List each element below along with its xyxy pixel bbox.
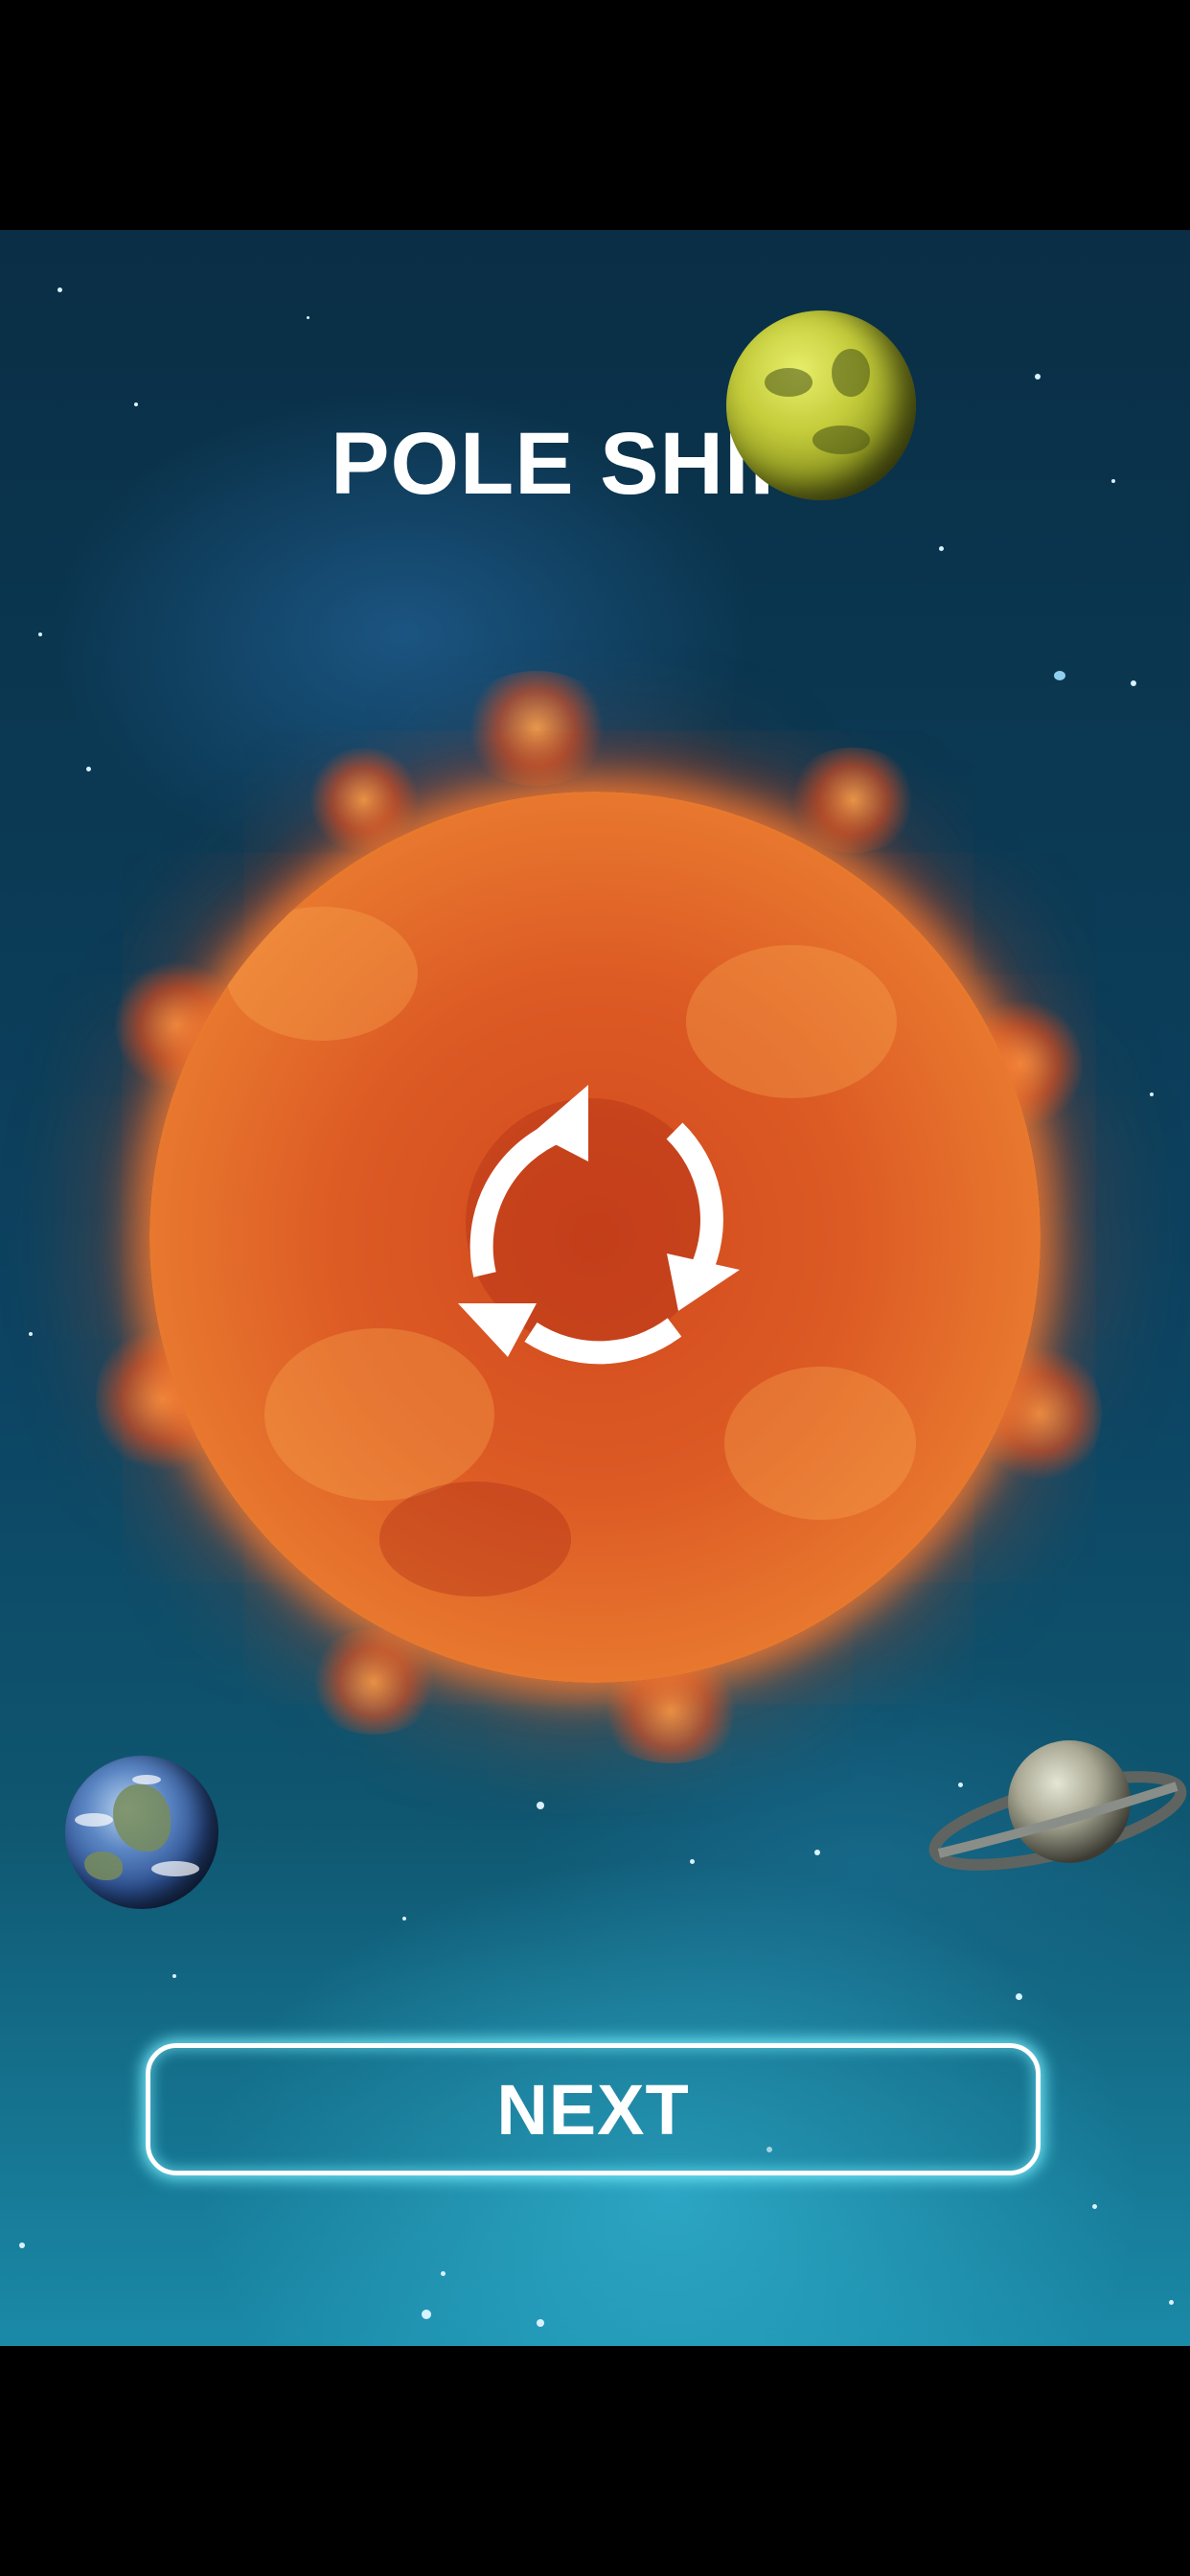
star [134, 402, 138, 406]
star [57, 288, 62, 292]
sun-surface-patch [379, 1482, 571, 1597]
star [172, 1974, 176, 1978]
game-screen: POLE SHIFT NEXT [0, 0, 1190, 2576]
earth-cloud [151, 1861, 199, 1876]
star [1016, 1993, 1022, 2000]
game-title: POLE SHIFT [331, 415, 859, 513]
sun-surface-patch [226, 907, 418, 1041]
planet-crater [812, 426, 870, 454]
star [441, 2271, 446, 2276]
star [29, 1332, 33, 1336]
earth-continent [113, 1784, 171, 1852]
bottom-letterbox [0, 2346, 1190, 2576]
planet-crater [832, 349, 870, 397]
star [38, 632, 42, 636]
star [537, 2319, 544, 2327]
star [814, 1850, 820, 1855]
earth-cloud [75, 1813, 113, 1827]
sun-surface-patch [724, 1367, 916, 1520]
saturn-planet-icon [928, 1740, 1187, 1871]
solar-flare [460, 671, 613, 786]
top-letterbox [0, 0, 1190, 230]
star [1035, 374, 1041, 380]
next-button-label: NEXT [496, 2069, 690, 2150]
star [939, 546, 944, 551]
star [402, 1917, 406, 1920]
star [1054, 671, 1065, 680]
star [307, 316, 309, 319]
star [19, 2242, 25, 2248]
star [422, 2310, 431, 2319]
star [1092, 2204, 1097, 2209]
earth-continent [84, 1852, 123, 1880]
yellow-planet-icon [726, 310, 916, 500]
next-button[interactable]: NEXT [146, 2043, 1041, 2175]
star [1169, 2300, 1174, 2305]
earth-cloud [132, 1775, 161, 1784]
star [690, 1859, 695, 1864]
star [1131, 680, 1136, 686]
star [86, 767, 91, 771]
restart-cycle-icon[interactable] [445, 1073, 751, 1380]
star [1150, 1092, 1154, 1096]
earth-planet-icon [65, 1756, 218, 1909]
star [537, 1802, 544, 1809]
solar-flare [786, 748, 920, 853]
planet-crater [765, 368, 812, 397]
